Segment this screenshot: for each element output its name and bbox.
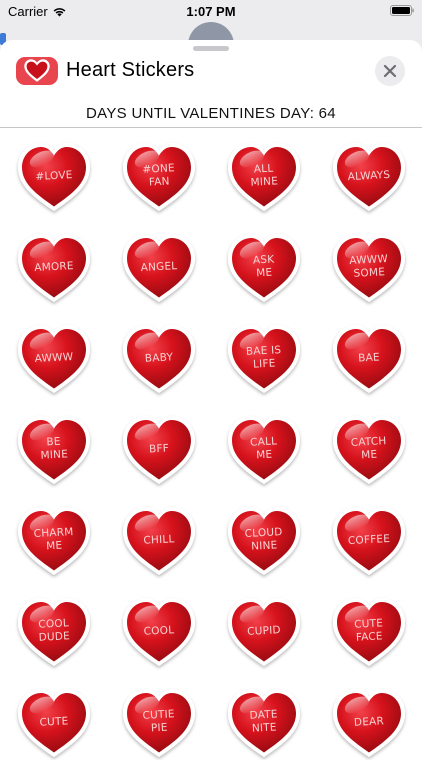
sticker-item[interactable]: ALL MINE — [225, 140, 303, 214]
sticker-label: BABY — [144, 350, 174, 365]
sticker-label: CALL ME — [249, 435, 278, 462]
sheet-grabber[interactable] — [193, 46, 229, 51]
sticker-item[interactable]: CATCH ME — [330, 413, 408, 487]
sticker-label: CUTIE PIE — [142, 708, 176, 735]
sticker-item[interactable]: CLOUD NINE — [225, 504, 303, 578]
sticker-sheet: Heart Stickers DAYS UNTIL VALENTINES DAY… — [0, 40, 422, 760]
sticker-label: ALWAYS — [347, 168, 391, 183]
sticker-label: AWWW SOME — [349, 253, 389, 280]
sticker-item[interactable]: COOL — [120, 595, 198, 669]
sticker-item[interactable]: COOL DUDE — [15, 595, 93, 669]
status-bar: Carrier 1:07 PM — [0, 0, 422, 24]
sticker-label: CLOUD NINE — [244, 526, 283, 553]
heart-icon — [24, 59, 50, 82]
sticker-item[interactable]: BFF — [120, 413, 198, 487]
sticker-label: #ONE FAN — [142, 162, 176, 189]
sticker-item[interactable]: AMORE — [15, 231, 93, 305]
sticker-label: BAE — [357, 350, 381, 365]
sticker-label: CATCH ME — [350, 435, 387, 462]
sticker-label: COFFEE — [347, 532, 391, 547]
sticker-label: CHILL — [143, 532, 175, 547]
sticker-label: COOL DUDE — [38, 617, 71, 644]
sticker-label: COOL — [143, 623, 175, 638]
sticker-label: AWWW — [34, 350, 74, 365]
sticker-label: CUTE — [39, 714, 69, 729]
sticker-item[interactable]: CUPID — [225, 595, 303, 669]
sticker-label: ASK ME — [252, 253, 275, 280]
close-button[interactable] — [375, 56, 405, 86]
sticker-item[interactable]: ASK ME — [225, 231, 303, 305]
sticker-label: DEAR — [353, 714, 385, 729]
sticker-item[interactable]: CALL ME — [225, 413, 303, 487]
sticker-label: BAE IS LIFE — [245, 344, 282, 371]
sticker-item[interactable]: CHARM ME — [15, 504, 93, 578]
sticker-item[interactable]: CUTIE PIE — [120, 686, 198, 760]
sticker-item[interactable]: COFFEE — [330, 504, 408, 578]
sticker-item[interactable]: AWWW — [15, 322, 93, 396]
battery-icon — [390, 5, 414, 16]
sticker-label: BFF — [148, 441, 170, 456]
sticker-item[interactable]: DATE NITE — [225, 686, 303, 760]
sticker-item[interactable]: ALWAYS — [330, 140, 408, 214]
sticker-item[interactable]: BE MINE — [15, 413, 93, 487]
sticker-label: ANGEL — [140, 259, 178, 274]
sticker-item[interactable]: ANGEL — [120, 231, 198, 305]
status-time: 1:07 PM — [186, 4, 236, 19]
sticker-label: CUPID — [246, 623, 282, 638]
sticker-item[interactable]: #ONE FAN — [120, 140, 198, 214]
sticker-item[interactable]: BAE IS LIFE — [225, 322, 303, 396]
sticker-item[interactable]: BABY — [120, 322, 198, 396]
valentines-countdown: DAYS UNTIL VALENTINES DAY: 64 — [86, 105, 336, 122]
sticker-item[interactable]: DEAR — [330, 686, 408, 760]
sticker-label: #LOVE — [35, 168, 73, 183]
sticker-item[interactable]: #LOVE — [15, 140, 93, 214]
sticker-item[interactable]: CHILL — [120, 504, 198, 578]
sticker-label: ALL MINE — [250, 162, 279, 189]
sticker-label: CHARM ME — [33, 525, 74, 553]
sticker-label: DATE NITE — [249, 708, 278, 735]
sticker-label: AMORE — [33, 259, 74, 274]
sticker-item[interactable]: BAE — [330, 322, 408, 396]
app-icon — [16, 57, 58, 85]
sticker-label: BE MINE — [40, 435, 69, 462]
sticker-label: CUTE FACE — [353, 617, 384, 644]
header-divider — [0, 127, 422, 128]
close-icon — [383, 64, 397, 78]
app-title: Heart Stickers — [66, 59, 195, 81]
sticker-item[interactable]: AWWW SOME — [330, 231, 408, 305]
sticker-item[interactable]: CUTE — [15, 686, 93, 760]
sticker-item[interactable]: CUTE FACE — [330, 595, 408, 669]
